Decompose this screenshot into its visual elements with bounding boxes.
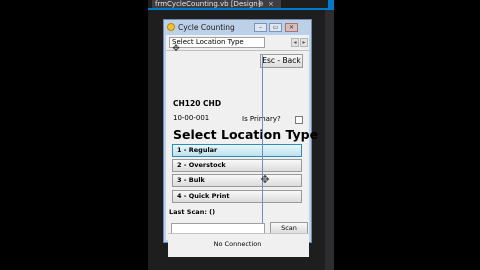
esc-back-button[interactable]: Esc - Back [260,54,303,68]
form-title: Cycle Counting [178,23,235,32]
option-regular-button[interactable]: 1 - Regular [172,144,302,157]
ide-vertical-scrollbar[interactable] [325,10,334,270]
connection-status: No Connection [213,240,262,248]
app-icon [167,23,175,31]
tab-select-location-type[interactable]: Select Location Type [169,37,265,48]
page-title: Select Location Type [173,127,319,142]
minimize-button[interactable]: – [254,23,267,32]
option-bulk-button[interactable]: 3 - Bulk [172,174,302,187]
location-code: CH120 CHD [173,99,222,108]
option-quick-print-button[interactable]: 4 - Quick Print [172,190,302,203]
ide-tab-underline [148,8,334,10]
ide-accent-strip [328,0,334,8]
last-scan-label: Last Scan: () [169,208,216,216]
pin-icon[interactable]: ⊕ [258,0,264,8]
item-number: 10-00-001 [173,114,210,122]
tab-divider [166,50,309,51]
is-primary-checkbox[interactable] [295,116,303,124]
move-cross-icon[interactable]: ✥ [259,174,271,186]
tab-scroll-left-icon[interactable]: ◂ [291,38,299,47]
close-tab-icon[interactable]: × [268,0,274,8]
form-client-area: Select Location Type ◂ ▸ ✥ Esc - Back CH… [166,35,318,257]
maximize-button[interactable]: ▭ [269,23,282,32]
cycle-counting-form[interactable]: Cycle Counting – ▭ ✕ Select Location Typ… [163,19,318,257]
tab-scroll-right-icon[interactable]: ▸ [300,38,308,47]
move-cross-icon[interactable]: ✥ [171,44,181,54]
designer-snap-line [262,55,263,241]
close-button[interactable]: ✕ [285,23,298,32]
option-overstock-button[interactable]: 2 - Overstock [172,159,302,172]
